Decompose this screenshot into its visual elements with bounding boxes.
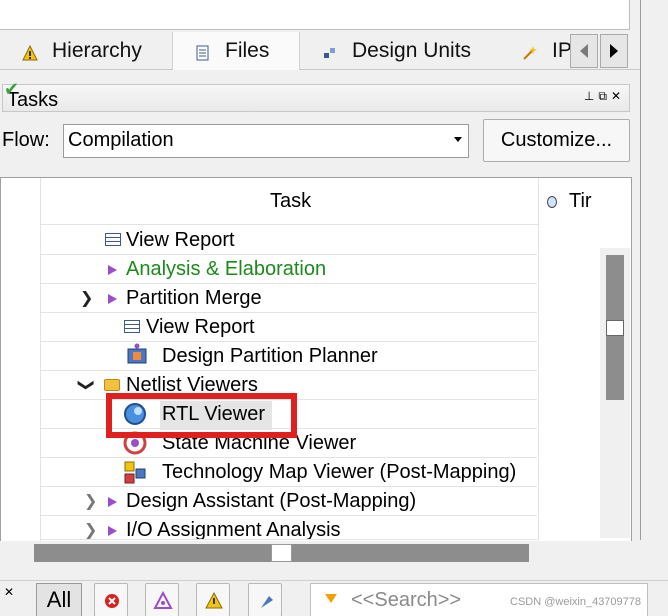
tab-label: Hierarchy [52,39,142,62]
pin-icon[interactable]: ⊥ [584,89,598,103]
task-label: Technology Map Viewer (Post-Mapping) [162,461,517,483]
table-row[interactable]: View Report [40,313,537,342]
tab-ip[interactable]: IP [500,32,572,70]
tab-label: Files [225,39,270,62]
filter-icon [325,594,337,603]
horizontal-scroll-splitter[interactable] [271,544,292,562]
ip-icon [522,43,538,60]
chevron-right-icon[interactable]: ❯ [84,491,97,511]
chevron-right-icon [610,44,618,58]
horizontal-scroll-thumb[interactable] [292,544,529,562]
suppress-filter-button[interactable] [248,583,282,616]
tab-scroll-right-button[interactable] [600,34,628,68]
quartus-tasks-window: Hierarchy Files Design Units IP Tasks ⊥⧉… [0,0,668,616]
clock-icon [547,195,557,208]
horizontal-scroll-thumb[interactable] [34,544,271,562]
table-row[interactable]: Technology Map Viewer (Post-Mapping) [40,458,537,487]
annotation-highlight-box [106,393,297,438]
task-label: View Report [146,316,255,338]
report-icon [105,233,121,246]
critical-warning-filter-button[interactable] [145,583,179,616]
folder-icon [104,379,120,391]
column-header-task[interactable]: Task [270,190,311,213]
watermark: CSDN @weixin_43709778 [510,596,642,608]
critical-warning-icon [153,590,173,609]
error-filter-button[interactable] [94,583,128,616]
tab-scroll-left-button[interactable] [570,34,598,68]
file-icon [195,43,211,61]
header-divider [41,224,538,225]
table-row[interactable]: ❯ Partition Merge [40,284,537,313]
run-icon [108,526,117,536]
panel-controls: ⊥⧉✕ [584,89,625,104]
hierarchy-warning-icon [22,43,38,61]
column-header-time-label: Tir [569,190,592,212]
table-row[interactable]: Analysis & Elaboration [40,255,537,284]
vertical-scroll-grip [606,320,624,336]
run-icon [108,294,117,304]
tab-label: Design Units [352,39,472,62]
flow-label: Flow: [2,129,50,151]
tab-files[interactable]: Files [172,32,300,70]
tab-label: IP [552,39,572,62]
close-icon[interactable]: ✕ [4,585,14,599]
status-column [1,178,41,541]
close-icon[interactable]: ✕ [611,89,625,103]
chevron-left-icon [580,44,588,58]
upper-panel [0,0,630,30]
table-row[interactable]: View Report [40,226,537,255]
tab-hierarchy[interactable]: Hierarchy [0,32,172,70]
tasks-panel-header: Tasks ⊥⧉✕ [2,84,630,112]
tech-map-icon [124,461,146,484]
error-icon [105,594,119,608]
checkmark-icon: ✔ [4,79,20,99]
table-row[interactable]: ❯ I/O Assignment Analysis [40,516,537,540]
flag-icon [261,596,273,608]
task-label: Design Assistant (Post-Mapping) [126,490,417,512]
run-icon [108,265,117,275]
run-icon [108,497,117,507]
design-units-icon [322,43,338,59]
all-filter-button[interactable]: All [36,583,82,616]
chevron-down-icon[interactable]: ❯ [77,378,97,391]
table-row[interactable]: ❯ Design Assistant (Post-Mapping) [40,487,537,516]
report-icon [124,320,140,333]
task-label: View Report [126,229,235,251]
project-navigator-tabs: Hierarchy Files Design Units IP [0,32,640,70]
float-icon[interactable]: ⧉ [598,89,611,103]
chevron-down-icon[interactable]: ❯ [80,288,93,308]
flow-dropdown-value: Compilation [68,129,174,151]
task-label: I/O Assignment Analysis [126,519,341,540]
warning-icon [205,591,223,609]
chevron-right-icon[interactable]: ❯ [84,520,97,539]
chevron-down-icon [454,137,462,142]
task-label: Analysis & Elaboration [126,258,327,280]
table-row[interactable]: Design Partition Planner [40,342,537,371]
tab-design-units[interactable]: Design Units [300,32,500,70]
task-label: Design Partition Planner [162,345,378,367]
search-placeholder: <<Search>> [351,589,462,611]
warning-filter-button[interactable] [196,583,230,616]
right-panel-edge [640,0,668,540]
flow-dropdown[interactable]: Compilation [63,124,469,158]
customize-button[interactable]: Customize... [483,119,630,162]
column-header-time[interactable]: Tir [547,190,592,213]
column-divider [538,178,539,541]
task-label: Partition Merge [126,287,262,309]
partition-planner-icon [127,343,147,364]
